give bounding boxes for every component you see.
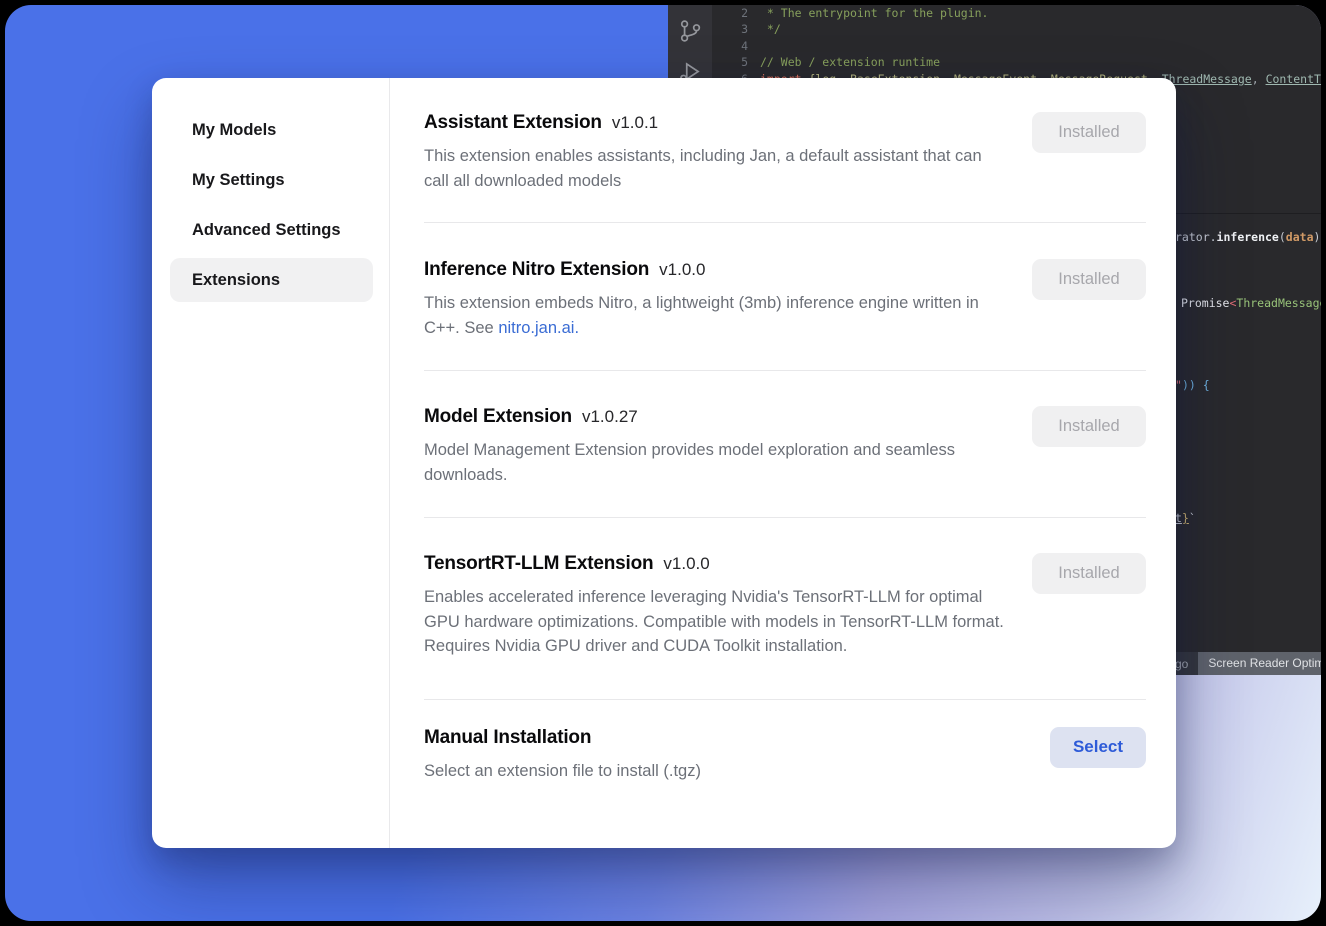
installed-button[interactable]: Installed [1032,553,1146,594]
screen-reader-optimized-status[interactable]: Screen Reader Optimized [1198,652,1321,675]
extension-version: v1.0.0 [663,554,709,574]
extension-name: TensortRT-LLM Extension [424,553,653,575]
code-line: 5 // Web / extension runtime [712,54,1321,70]
extension-version: v1.0.27 [582,407,638,427]
code-line: 3 */ [712,21,1321,37]
extension-title-row: Inference Nitro Extension v1.0.0 [424,259,1009,281]
line-number: 5 [712,54,748,70]
screenshot-stage: 2 * The entrypoint for the plugin. 3 */ … [0,0,1326,926]
extension-info: TensortRT-LLM Extension v1.0.0 Enables a… [424,553,1009,659]
line-number: 4 [712,38,748,54]
extension-row-tensorrt-llm: TensortRT-LLM Extension v1.0.0 Enables a… [424,518,1146,700]
installed-button[interactable]: Installed [1032,406,1146,447]
code-fragment-inference: rator.inference(data)); [1175,230,1321,244]
sidebar-item-advanced-settings[interactable]: Advanced Settings [170,208,373,252]
extension-name: Inference Nitro Extension [424,259,649,281]
line-number: 2 [712,5,748,21]
extension-description: Model Management Extension provides mode… [424,438,1009,487]
desktop: 2 * The entrypoint for the plugin. 3 */ … [5,5,1321,921]
settings-modal: My Models My Settings Advanced Settings … [152,78,1176,848]
select-file-button[interactable]: Select [1050,727,1146,768]
extension-title-row: TensortRT-LLM Extension v1.0.0 [424,553,1009,575]
manual-installation-row: Manual Installation Select an extension … [424,700,1146,784]
source-control-icon[interactable] [677,17,703,50]
sidebar-item-label: My Models [192,121,276,140]
extension-name: Model Extension [424,406,572,428]
extension-info: Assistant Extension v1.0.1 This extensio… [424,112,1009,193]
sidebar-item-label: My Settings [192,171,285,190]
code-area: 2 * The entrypoint for the plugin. 3 */ … [712,5,1321,87]
sidebar-item-my-models[interactable]: My Models [170,108,373,152]
installed-button[interactable]: Installed [1032,112,1146,153]
extension-info: Manual Installation Select an extension … [424,727,701,784]
extension-title-row: Assistant Extension v1.0.1 [424,112,1009,134]
extension-name: Manual Installation [424,727,591,749]
sidebar-item-my-settings[interactable]: My Settings [170,158,373,202]
extensions-list: Assistant Extension v1.0.1 This extensio… [390,78,1176,848]
sidebar-item-label: Advanced Settings [192,221,341,240]
settings-sidebar: My Models My Settings Advanced Settings … [152,78,390,848]
code-fragment-condition: ")) { [1175,378,1210,392]
code-line: 2 * The entrypoint for the plugin. [712,5,1321,21]
extension-info: Inference Nitro Extension v1.0.0 This ex… [424,259,1009,340]
extension-version: v1.0.0 [659,260,705,280]
nitro-jan-ai-link[interactable]: nitro.jan.ai. [498,319,579,337]
sidebar-item-label: Extensions [192,271,280,290]
extension-title-row: Manual Installation [424,727,701,749]
extension-row-inference-nitro: Inference Nitro Extension v1.0.0 This ex… [424,223,1146,371]
extension-version: v1.0.1 [612,113,658,133]
extension-description: This extension enables assistants, inclu… [424,144,1009,193]
sidebar-item-extensions[interactable]: Extensions [170,258,373,302]
line-number: 3 [712,21,748,37]
code-fragment-promise: Promise<ThreadMessage> [1181,296,1321,310]
extension-row-model: Model Extension v1.0.27 Model Management… [424,371,1146,518]
status-bar-text: go [1175,657,1188,671]
extension-description: This extension embeds Nitro, a lightweig… [424,291,1009,340]
code-line: 4 [712,38,1321,54]
extension-description: Enables accelerated inference leveraging… [424,585,1009,659]
installed-button[interactable]: Installed [1032,259,1146,300]
code-fragment-template: t}` [1175,511,1196,525]
extension-description: Select an extension file to install (.tg… [424,759,701,784]
extension-row-assistant: Assistant Extension v1.0.1 This extensio… [424,78,1146,223]
extension-info: Model Extension v1.0.27 Model Management… [424,406,1009,487]
extension-name: Assistant Extension [424,112,602,134]
extension-title-row: Model Extension v1.0.27 [424,406,1009,428]
